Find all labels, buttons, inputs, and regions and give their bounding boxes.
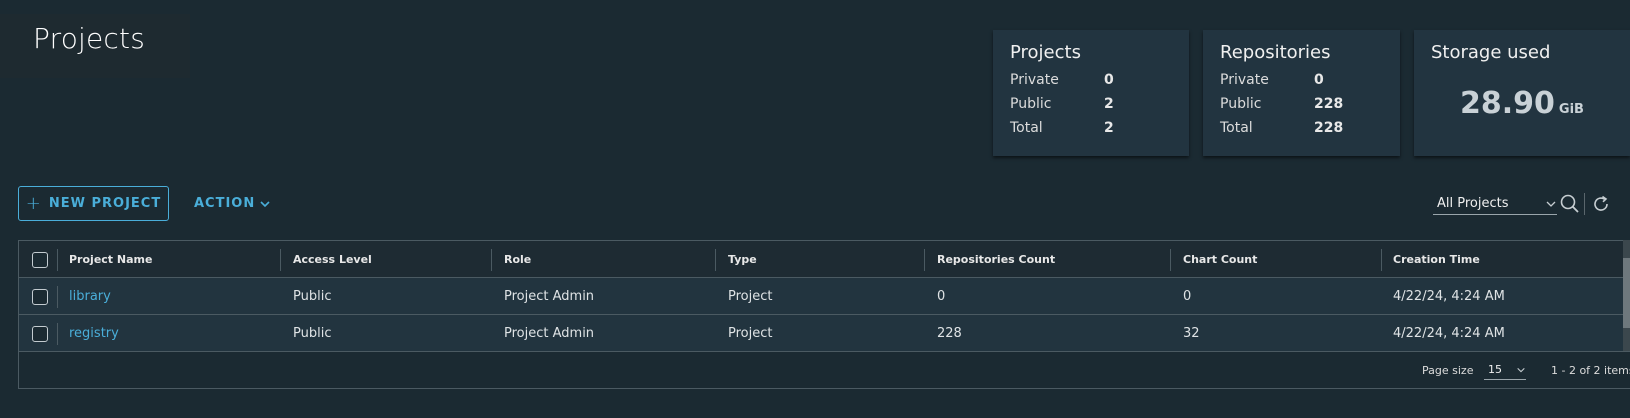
row-select-cell (32, 278, 48, 315)
projects-table: Project Name Access Level Role Type Repo… (18, 240, 1630, 389)
column-separator (57, 249, 58, 271)
column-separator[interactable] (1170, 249, 1171, 271)
scrollbar-thumb[interactable] (1623, 258, 1630, 328)
stat-value: 0 (1314, 72, 1324, 88)
search-icon[interactable] (1559, 193, 1581, 215)
toolbar-divider (1584, 193, 1585, 215)
storage-unit: GiB (1558, 102, 1584, 117)
table-row: registry Public Project Admin Project 22… (19, 315, 1630, 352)
column-header-creation-time[interactable]: Creation Time (1393, 241, 1480, 278)
select-all-cell (32, 241, 48, 278)
project-name-link[interactable]: registry (69, 315, 119, 352)
column-separator (57, 286, 58, 308)
card-title: Storage used (1431, 42, 1551, 63)
new-project-button[interactable]: + NEW PROJECT (18, 186, 169, 221)
refresh-icon[interactable] (1590, 193, 1612, 215)
project-name-link[interactable]: library (69, 278, 111, 315)
column-header-chart-count[interactable]: Chart Count (1183, 241, 1257, 278)
stat-value: 0 (1104, 72, 1114, 88)
repositories-count-cell: 228 (937, 326, 962, 341)
plus-icon: + (25, 192, 42, 214)
access-level-cell: Public (293, 289, 332, 304)
table-scrollbar[interactable] (1623, 240, 1630, 351)
page-title: Projects (33, 22, 145, 55)
column-separator[interactable] (491, 249, 492, 271)
stat-row-private: Private 0 (1220, 72, 1324, 88)
chevron-down-icon (1517, 367, 1525, 372)
column-header-project-name[interactable]: Project Name (69, 241, 152, 278)
project-filter-select[interactable]: All Projects (1433, 193, 1557, 215)
stat-label: Public (1220, 96, 1262, 112)
stat-value: 228 (1314, 96, 1344, 112)
table-row: library Public Project Admin Project 0 0… (19, 278, 1630, 315)
column-header-access-level[interactable]: Access Level (293, 241, 372, 278)
stat-value: 2 (1104, 120, 1114, 136)
stat-row-total: Total 228 (1220, 120, 1343, 136)
stat-label: Private (1220, 72, 1269, 88)
stat-row-private: Private 0 (1010, 72, 1114, 88)
page-size-label: Page size (1422, 364, 1474, 377)
card-title: Projects (1010, 42, 1081, 63)
column-header-role[interactable]: Role (504, 241, 531, 278)
column-separator[interactable] (924, 249, 925, 271)
pagination-count: 1 - 2 of 2 items (1551, 364, 1630, 377)
access-level-cell: Public (293, 326, 332, 341)
role-cell: Project Admin (504, 326, 595, 341)
storage-value: 28.90 GiB (1414, 86, 1630, 121)
row-checkbox[interactable] (32, 325, 48, 342)
chevron-down-icon (1546, 201, 1556, 207)
page-size-value: 15 (1488, 363, 1502, 376)
chart-count-cell: 32 (1183, 326, 1200, 341)
column-header-type[interactable]: Type (728, 241, 757, 278)
action-dropdown-button[interactable]: ACTION (194, 196, 271, 211)
stat-label: Total (1220, 120, 1253, 136)
stat-value: 228 (1314, 120, 1344, 136)
stat-row-public: Public 228 (1220, 96, 1343, 112)
chart-count-cell: 0 (1183, 289, 1192, 304)
table-header: Project Name Access Level Role Type Repo… (19, 241, 1630, 278)
type-cell: Project (728, 326, 773, 341)
repositories-count-cell: 0 (937, 289, 946, 304)
select-all-checkbox[interactable] (32, 251, 48, 268)
storage-amount: 28.90 (1460, 86, 1555, 121)
card-title: Repositories (1220, 42, 1331, 63)
column-separator[interactable] (1381, 249, 1382, 271)
stat-label: Public (1010, 96, 1052, 112)
type-cell: Project (728, 289, 773, 304)
stat-row-total: Total 2 (1010, 120, 1114, 136)
table-footer: Page size 15 1 - 2 of 2 items (19, 353, 1630, 390)
row-select-cell (32, 315, 48, 352)
action-label: ACTION (194, 196, 256, 211)
column-separator (57, 323, 58, 345)
creation-time-cell: 4/22/24, 4:24 AM (1393, 326, 1505, 341)
stat-label: Private (1010, 72, 1059, 88)
stat-value: 2 (1104, 96, 1114, 112)
projects-summary-card: Projects Private 0 Public 2 Total 2 (993, 30, 1189, 156)
stat-label: Total (1010, 120, 1043, 136)
new-project-label: NEW PROJECT (48, 196, 162, 211)
role-cell: Project Admin (504, 289, 595, 304)
chevron-down-icon (260, 200, 270, 207)
column-separator[interactable] (280, 249, 281, 271)
creation-time-cell: 4/22/24, 4:24 AM (1393, 289, 1505, 304)
column-separator[interactable] (715, 249, 716, 271)
repositories-summary-card: Repositories Private 0 Public 228 Total 228 (1203, 30, 1400, 156)
filter-value: All Projects (1437, 196, 1509, 211)
stat-row-public: Public 2 (1010, 96, 1114, 112)
row-checkbox[interactable] (32, 288, 48, 305)
page-size-select[interactable]: 15 (1484, 360, 1526, 380)
storage-summary-card: Storage used 28.90 GiB (1414, 30, 1630, 156)
column-header-repositories-count[interactable]: Repositories Count (937, 241, 1055, 278)
